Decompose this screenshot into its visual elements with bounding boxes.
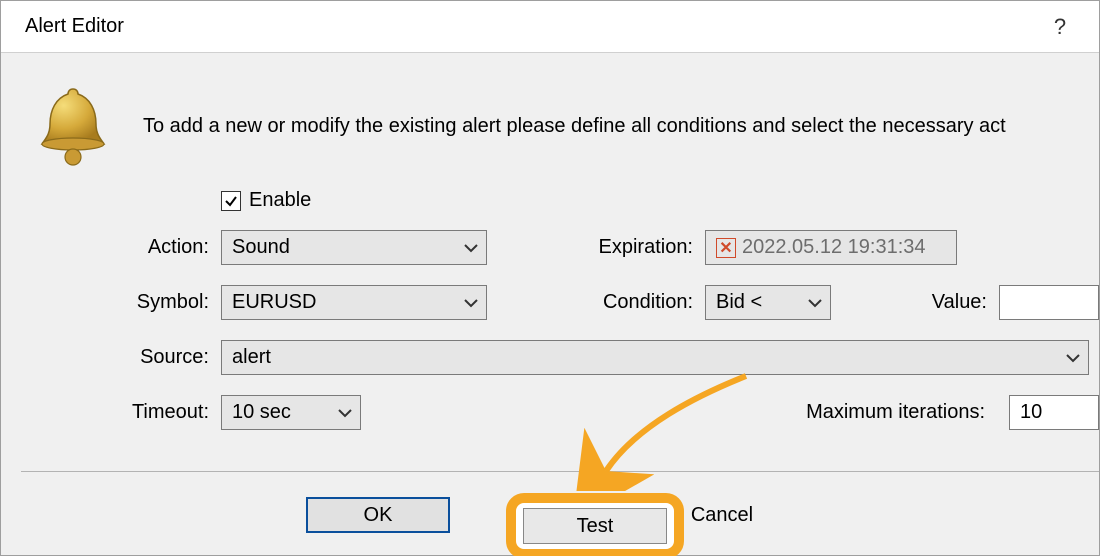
separator (21, 471, 1099, 472)
action-label: Action: (121, 236, 221, 259)
button-bar: OK Cancel (1, 485, 1099, 545)
help-button[interactable]: ? (1045, 14, 1075, 40)
expiration-field[interactable]: ✕ 2022.05.12 19:31:34 (705, 230, 957, 265)
form-area: Enable Action: Sound Expiration: ✕ 2022.… (121, 189, 1099, 450)
max-iterations-field[interactable]: 10 (1009, 395, 1099, 430)
bell-icon (37, 83, 109, 169)
instruction-text: To add a new or modify the existing aler… (143, 115, 1099, 138)
value-field[interactable] (999, 285, 1099, 320)
enable-checkbox[interactable] (221, 191, 241, 211)
chevron-down-icon (1066, 353, 1080, 363)
symbol-select[interactable]: EURUSD (221, 285, 487, 320)
chevron-down-icon (338, 408, 352, 418)
condition-select[interactable]: Bid < (705, 285, 831, 320)
enable-checkbox-row: Enable (221, 189, 1099, 212)
condition-label: Condition: (487, 291, 705, 314)
enable-label: Enable (249, 189, 311, 212)
chevron-down-icon (464, 298, 478, 308)
action-select[interactable]: Sound (221, 230, 487, 265)
chevron-down-icon (808, 298, 822, 308)
timeout-select[interactable]: 10 sec (221, 395, 361, 430)
clear-icon[interactable]: ✕ (716, 238, 736, 258)
expiration-label: Expiration: (487, 236, 705, 259)
alert-editor-window: Alert Editor ? To add a new or modify th… (0, 0, 1100, 556)
window-title: Alert Editor (25, 15, 124, 38)
symbol-label: Symbol: (121, 291, 221, 314)
source-select[interactable]: alert (221, 340, 1089, 375)
cancel-button[interactable]: Cancel (650, 497, 794, 533)
titlebar: Alert Editor ? (1, 1, 1099, 53)
ok-button[interactable]: OK (306, 497, 450, 533)
chevron-down-icon (464, 243, 478, 253)
timeout-label: Timeout: (121, 401, 221, 424)
value-label: Value: (831, 291, 999, 314)
max-iterations-label: Maximum iterations: (361, 401, 997, 424)
source-label: Source: (121, 346, 221, 369)
